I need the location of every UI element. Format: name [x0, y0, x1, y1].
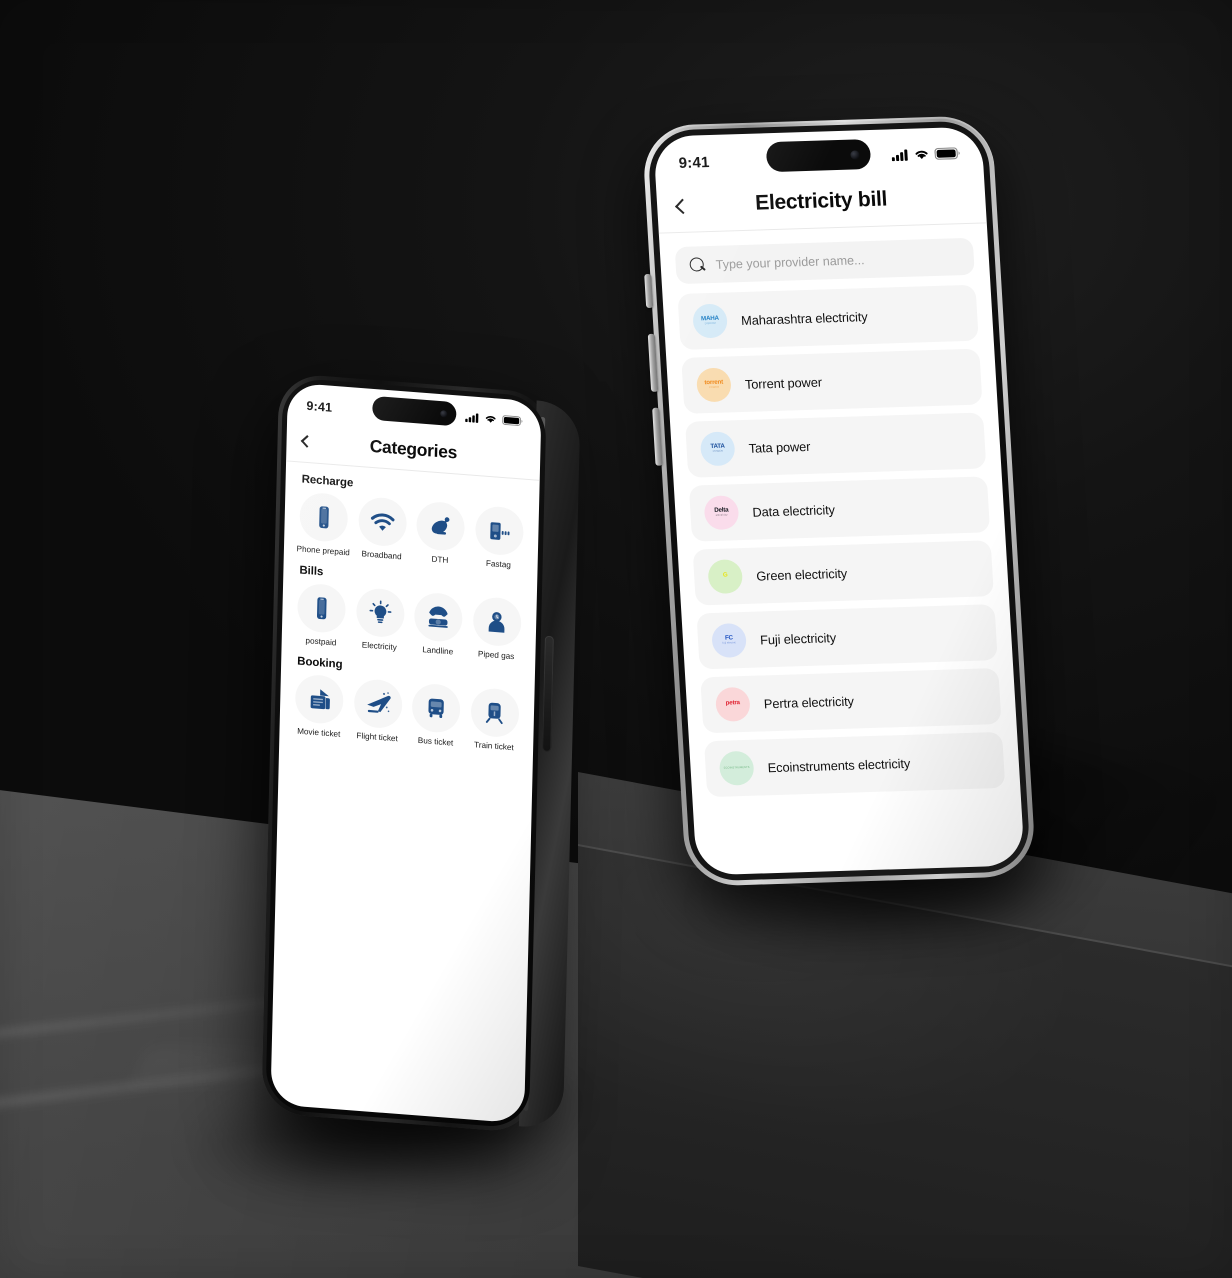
bus-icon — [411, 682, 461, 735]
category-item[interactable]: Train ticket — [465, 686, 525, 753]
provider-logo-icon: Delta electricity — [703, 495, 740, 531]
phone-left-screen: 9:41 Categories Recharge Phone prepaid B… — [270, 382, 542, 1124]
battery-icon — [502, 414, 523, 430]
category-item-label: Movie ticket — [297, 726, 341, 739]
rotary-telephone-icon — [414, 591, 464, 644]
toll-reader-icon — [474, 504, 524, 557]
category-item[interactable]: DTH — [411, 500, 471, 566]
category-item-label: Flight ticket — [356, 731, 398, 744]
status-time: 9:41 — [678, 153, 711, 172]
page-title: Categories — [369, 435, 458, 462]
provider-name: Fuji electricity — [759, 629, 837, 647]
provider-name: Green electricity — [755, 565, 848, 584]
provider-logo-icon: TATA POWER — [699, 431, 736, 467]
provider-name: Torrent power — [744, 374, 823, 392]
page-title: Electricity bill — [754, 187, 888, 215]
phone-right-device: 9:41 Electricity bill Type your provider… — [641, 115, 1037, 887]
category-item[interactable]: Landline — [408, 591, 468, 657]
provider-logo-icon: G — [707, 559, 744, 595]
provider-list: MAHA DISCOM Maharashtra electricity torrent… — [662, 280, 1020, 798]
provider-row[interactable]: petra Pertra electricity — [700, 668, 1002, 734]
airplane-icon — [353, 677, 403, 730]
dynamic-island — [765, 139, 872, 173]
provider-logo-icon: torrent POWER — [695, 367, 732, 403]
light-bulb-icon — [355, 586, 405, 639]
provider-name: Tata power — [748, 438, 811, 456]
status-time: 9:41 — [306, 398, 333, 415]
provider-row[interactable]: MAHA DISCOM Maharashtra electricity — [677, 284, 979, 350]
category-item-label: Bus ticket — [417, 735, 454, 748]
front-camera-icon — [440, 409, 448, 418]
provider-name: Data electricity — [752, 501, 836, 520]
category-item[interactable]: Bus ticket — [406, 682, 466, 748]
status-icons — [465, 411, 523, 429]
front-camera-icon — [850, 149, 860, 160]
cellular-signal-icon — [891, 147, 909, 165]
provider-name: Ecoinstruments electricity — [767, 755, 911, 775]
train-icon — [470, 686, 520, 739]
mobile-phone-icon — [299, 491, 349, 544]
status-icons — [891, 146, 961, 165]
provider-logo-icon: petra — [714, 686, 751, 722]
navigation-bar: Electricity bill — [656, 170, 987, 232]
provider-logo-icon: FC fuji electric — [711, 622, 748, 658]
cellular-signal-icon — [465, 411, 479, 426]
mobile-phone-icon — [297, 582, 347, 635]
provider-row[interactable]: Delta electricity Data electricity — [688, 476, 991, 542]
category-item[interactable]: Piped gas — [467, 595, 527, 662]
category-item[interactable]: Electricity — [350, 586, 410, 653]
satellite-dish-icon — [416, 500, 466, 553]
battery-icon — [934, 146, 961, 164]
category-item-label: Fastag — [485, 558, 511, 570]
provider-row[interactable]: ECOINSTRUMENTS Ecoinstruments electricity — [704, 731, 1006, 798]
provider-name: Maharashtra electricity — [740, 308, 868, 328]
category-item[interactable]: Phone prepaid — [294, 491, 354, 557]
search-container: Type your provider name... — [659, 223, 990, 290]
provider-row[interactable]: torrent POWER Torrent power — [681, 348, 983, 414]
search-input[interactable]: Type your provider name... — [715, 253, 865, 272]
provider-row[interactable]: G Green electricity — [692, 540, 994, 606]
movie-ticket-icon — [294, 673, 345, 726]
search-icon — [689, 257, 705, 272]
category-item[interactable]: postpaid — [292, 582, 352, 648]
wifi-icon — [913, 147, 930, 164]
category-item[interactable]: Fastag — [469, 504, 529, 571]
wifi-icon — [484, 412, 497, 427]
category-item[interactable]: Flight ticket — [348, 677, 408, 744]
mockup-scene: 9:41 Electricity bill Type your provider… — [0, 0, 1232, 1278]
search-bar[interactable]: Type your provider name... — [674, 237, 975, 285]
provider-row[interactable]: FC fuji electric Fuji electricity — [696, 604, 998, 670]
category-item[interactable]: Broadband — [352, 495, 412, 562]
category-item-label: DTH — [431, 554, 449, 565]
provider-name: Pertra electricity — [763, 693, 855, 711]
phone-right-screen: 9:41 Electricity bill Type your provider… — [653, 126, 1025, 876]
provider-logo-icon: MAHA DISCOM — [692, 303, 729, 339]
category-item[interactable]: Movie ticket — [289, 673, 349, 739]
wifi-signal-icon — [357, 495, 407, 548]
provider-row[interactable]: TATA POWER Tata power — [685, 412, 987, 478]
gas-meter-icon — [472, 595, 522, 648]
provider-logo-icon: ECOINSTRUMENTS — [718, 750, 755, 786]
phone-left-device: 9:41 Categories Recharge Phone prepaid B… — [261, 372, 581, 1134]
category-item-label: Train ticket — [473, 740, 514, 753]
category-sections: Recharge Phone prepaid Broadband DTH Fastag B… — [279, 461, 539, 753]
